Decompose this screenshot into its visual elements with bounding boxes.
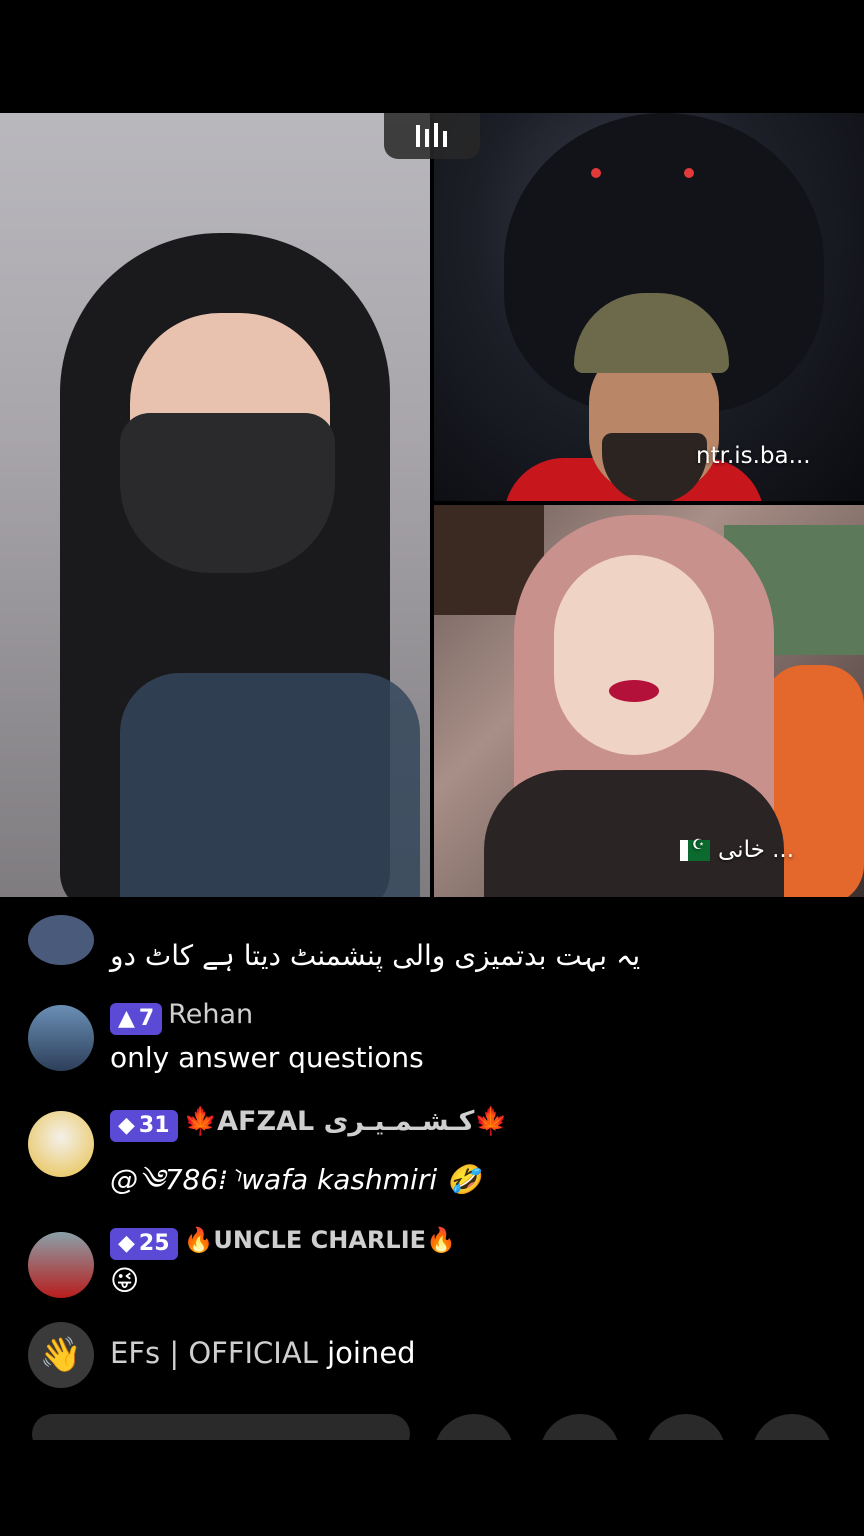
comment-message: 😜	[110, 1263, 140, 1297]
join-username[interactable]: EFs | OFFICIAL	[110, 1336, 318, 1370]
comment-header: ◆ 25 🔥UNCLE CHARLIE🔥	[110, 1226, 456, 1260]
comment-username[interactable]: 🍁AFZAL کـشـمـیـری🍁	[184, 1106, 508, 1137]
diamond-icon: ◆	[118, 1112, 135, 1138]
avatar[interactable]	[28, 1232, 94, 1298]
wave-hand-icon[interactable]: 👋	[28, 1322, 94, 1388]
comment-message: @༄786⁞⸃wafa kashmiri 🤣	[110, 1162, 481, 1196]
comment-message: یہ بہت بدتمیزی والی پنشمنٹ دیتا ہے کاٹ د…	[110, 939, 641, 972]
host-dress	[120, 673, 420, 897]
avatar[interactable]	[28, 1005, 94, 1071]
wolf-eye-left	[591, 168, 601, 178]
host-mask	[120, 413, 335, 573]
comment-body: ◆ 25 🔥UNCLE CHARLIE🔥 😜	[110, 1226, 456, 1297]
bottom-letterbox	[0, 1440, 864, 1536]
level-badge: ◆ 25	[110, 1227, 178, 1260]
pakistan-flag-icon	[680, 837, 710, 861]
comment-header: ◆ 31 🍁AFZAL کـشـمـیـری🍁	[110, 1105, 508, 1142]
pause-audio-icon	[416, 123, 447, 147]
video-grid: ntr.is.ba... خانی ...	[0, 113, 864, 897]
level-badge: ▲ 7	[110, 1002, 163, 1035]
level-badge: ◆ 31	[110, 1109, 178, 1142]
avatar[interactable]	[28, 1111, 94, 1177]
avatar[interactable]	[28, 915, 94, 965]
guest-2-name-tag: خانی ...	[680, 837, 794, 863]
guest-2-lips	[609, 680, 659, 702]
comment-username[interactable]: 🔥UNCLE CHARLIE🔥	[184, 1226, 456, 1254]
guest-1-name: ntr.is.ba...	[696, 443, 811, 469]
triangle-icon: ▲	[118, 1005, 135, 1031]
guest-2-top	[484, 770, 784, 897]
video-tile-guest-2[interactable]: خانی ...	[434, 505, 864, 897]
guest-2-face	[554, 555, 714, 755]
bottom-action-bar	[0, 1410, 864, 1494]
audio-level-button[interactable]	[384, 113, 480, 159]
diamond-icon: ◆	[118, 1230, 135, 1256]
comment-body: ◆ 31 🍁AFZAL کـشـمـیـری🍁 @༄786⁞⸃wafa kashmi…	[110, 1105, 508, 1227]
comment-body: یہ بہت بدتمیزی والی پنشمنٹ دیتا ہے کاٹ د…	[110, 939, 640, 972]
comment-username[interactable]: Rehan	[168, 999, 253, 1030]
join-action: joined	[327, 1336, 416, 1370]
join-text: EFs | OFFICIAL joined	[110, 1336, 416, 1370]
video-tile-host[interactable]	[0, 113, 430, 897]
guest-2-name: خانی ...	[718, 837, 795, 863]
comment-body: ▲ 7 Rehan only answer questions	[110, 999, 424, 1074]
comment-message: only answer questions	[110, 1040, 424, 1074]
comment-header: ▲ 7 Rehan	[110, 999, 424, 1035]
video-tile-guest-1[interactable]: ntr.is.ba...	[434, 113, 864, 501]
wolf-eye-right	[684, 168, 694, 178]
